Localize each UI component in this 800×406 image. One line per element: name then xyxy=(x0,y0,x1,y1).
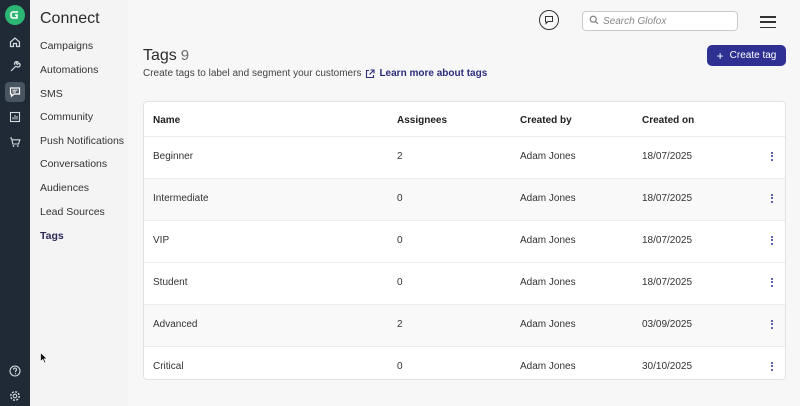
create-tag-button[interactable]: + Create tag xyxy=(707,45,786,66)
settings-icon[interactable] xyxy=(5,386,25,406)
cell-created-on: 18/07/2025 xyxy=(642,151,693,162)
table-row[interactable]: Student 0 Adam Jones 18/07/2025 xyxy=(144,262,785,304)
cell-assignees: 0 xyxy=(397,277,403,288)
home-icon[interactable] xyxy=(5,32,25,52)
row-actions-icon[interactable] xyxy=(769,233,775,247)
subnav-item-lead-sources[interactable]: Lead Sources xyxy=(40,206,105,218)
message-icon[interactable] xyxy=(5,82,25,102)
subnav-item-push-notifications[interactable]: Push Notifications xyxy=(40,135,124,147)
page-title: Tags 9 xyxy=(143,47,189,65)
column-header-created-on[interactable]: Created on xyxy=(642,115,694,126)
column-header-name[interactable]: Name xyxy=(153,115,180,126)
connect-subnav: Connect Campaigns Automations SMS Commun… xyxy=(30,0,128,406)
cell-created-by: Adam Jones xyxy=(520,319,576,330)
cell-name: Critical xyxy=(153,361,184,372)
cell-created-by: Adam Jones xyxy=(520,151,576,162)
cell-created-on: 18/07/2025 xyxy=(642,235,693,246)
help-icon[interactable] xyxy=(5,361,25,381)
cell-assignees: 0 xyxy=(397,235,403,246)
tags-table: Name Assignees Created by Created on Beg… xyxy=(143,101,786,380)
search-input[interactable] xyxy=(603,15,733,27)
subnav-item-tags[interactable]: Tags xyxy=(40,230,64,242)
table-row[interactable]: Intermediate 0 Adam Jones 18/07/2025 xyxy=(144,178,785,220)
column-header-assignees[interactable]: Assignees xyxy=(397,115,447,126)
mouse-cursor-icon xyxy=(40,351,49,369)
cell-assignees: 0 xyxy=(397,361,403,372)
subnav-item-community[interactable]: Community xyxy=(40,111,93,123)
cell-assignees: 2 xyxy=(397,319,403,330)
cell-created-on: 18/07/2025 xyxy=(642,193,693,204)
column-header-created-by[interactable]: Created by xyxy=(520,115,572,126)
cell-name: VIP xyxy=(153,235,170,246)
menu-icon[interactable] xyxy=(760,16,776,28)
cell-created-on: 03/09/2025 xyxy=(642,319,693,330)
cell-name: Beginner xyxy=(153,151,194,162)
cell-created-on: 30/10/2025 xyxy=(642,361,693,372)
page-subtitle: Create tags to label and segment your cu… xyxy=(143,68,487,79)
cell-name: Intermediate xyxy=(153,193,209,204)
cell-created-on: 18/07/2025 xyxy=(642,277,693,288)
external-link-icon[interactable] xyxy=(365,68,376,79)
search-icon xyxy=(589,12,599,30)
row-actions-icon[interactable] xyxy=(769,149,775,163)
cell-name: Student xyxy=(153,277,188,288)
subnav-item-sms[interactable]: SMS xyxy=(40,88,63,100)
chart-icon[interactable] xyxy=(5,107,25,127)
cell-assignees: 0 xyxy=(397,193,403,204)
table-header: Name Assignees Created by Created on xyxy=(144,102,785,139)
subtitle-text: Create tags to label and segment your cu… xyxy=(143,68,362,79)
subnav-item-campaigns[interactable]: Campaigns xyxy=(40,40,93,52)
page-title-text: Tags xyxy=(143,47,177,64)
subnav-title: Connect xyxy=(40,10,100,27)
row-actions-icon[interactable] xyxy=(769,359,775,373)
tag-count: 9 xyxy=(180,47,190,64)
cell-created-by: Adam Jones xyxy=(520,193,576,204)
table-row[interactable]: Advanced 2 Adam Jones 03/09/2025 xyxy=(144,304,785,346)
subnav-item-automations[interactable]: Automations xyxy=(40,64,98,76)
row-actions-icon[interactable] xyxy=(769,191,775,205)
cell-name: Advanced xyxy=(153,319,198,330)
table-row[interactable]: VIP 0 Adam Jones 18/07/2025 xyxy=(144,220,785,262)
cart-icon[interactable] xyxy=(5,132,25,152)
table-row[interactable]: Beginner 2 Adam Jones 18/07/2025 xyxy=(144,136,785,178)
create-tag-label: Create tag xyxy=(729,50,777,61)
subnav-item-conversations[interactable]: Conversations xyxy=(40,158,107,170)
learn-more-link[interactable]: Learn more about tags xyxy=(379,68,487,79)
glofox-logo-icon[interactable] xyxy=(5,5,25,25)
cell-created-by: Adam Jones xyxy=(520,277,576,288)
subnav-item-audiences[interactable]: Audiences xyxy=(40,182,89,194)
cell-created-by: Adam Jones xyxy=(520,361,576,372)
row-actions-icon[interactable] xyxy=(769,275,775,289)
chat-icon[interactable] xyxy=(539,10,559,30)
wrench-icon[interactable] xyxy=(5,57,25,77)
cell-assignees: 2 xyxy=(397,151,403,162)
app-rail xyxy=(0,0,30,406)
plus-icon: + xyxy=(716,48,724,63)
table-row[interactable]: Critical 0 Adam Jones 30/10/2025 xyxy=(144,346,785,379)
search-box[interactable] xyxy=(582,11,738,31)
cell-created-by: Adam Jones xyxy=(520,235,576,246)
row-actions-icon[interactable] xyxy=(769,317,775,331)
